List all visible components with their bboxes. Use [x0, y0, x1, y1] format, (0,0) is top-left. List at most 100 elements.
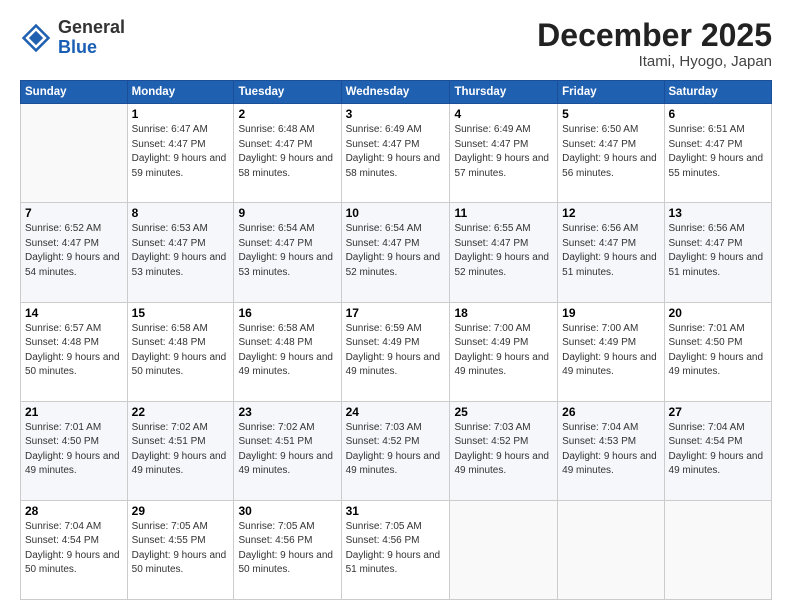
day-number: 9: [238, 206, 336, 220]
weekday-header-row: SundayMondayTuesdayWednesdayThursdayFrid…: [21, 81, 772, 104]
day-info: Sunrise: 7:00 AMSunset: 4:49 PMDaylight:…: [562, 322, 659, 380]
day-info: Sunrise: 6:47 AMSunset: 4:47 PMDaylight:…: [132, 123, 230, 181]
day-number: 3: [346, 107, 446, 121]
calendar-week-row: 1 Sunrise: 6:47 AMSunset: 4:47 PMDaylight…: [21, 104, 772, 203]
weekday-header-wednesday: Wednesday: [341, 81, 450, 104]
day-number: 4: [454, 107, 553, 121]
day-number: 7: [25, 206, 123, 220]
day-number: 29: [132, 504, 230, 518]
day-info: Sunrise: 6:59 AMSunset: 4:49 PMDaylight:…: [346, 322, 446, 380]
day-info: Sunrise: 6:49 AMSunset: 4:47 PMDaylight:…: [346, 123, 446, 181]
calendar-cell: [664, 500, 771, 599]
day-info: Sunrise: 6:57 AMSunset: 4:48 PMDaylight:…: [25, 322, 123, 380]
day-number: 19: [562, 306, 659, 320]
day-info: Sunrise: 7:05 AMSunset: 4:56 PMDaylight:…: [238, 520, 336, 578]
day-info: Sunrise: 7:04 AMSunset: 4:53 PMDaylight:…: [562, 421, 659, 479]
calendar-cell: 15 Sunrise: 6:58 AMSunset: 4:48 PMDayligh…: [127, 302, 234, 401]
day-number: 21: [25, 405, 123, 419]
calendar-cell: [558, 500, 664, 599]
calendar-cell: 23 Sunrise: 7:02 AMSunset: 4:51 PMDayligh…: [234, 401, 341, 500]
day-number: 27: [669, 405, 767, 419]
calendar-cell: 20Sunrise: 7:01 AMSunset: 4:50 PMDayligh…: [664, 302, 771, 401]
day-info: Sunrise: 7:05 AMSunset: 4:56 PMDaylight:…: [346, 520, 446, 578]
day-info: Sunrise: 6:54 AMSunset: 4:47 PMDaylight:…: [238, 222, 336, 280]
day-number: 22: [132, 405, 230, 419]
day-number: 24: [346, 405, 446, 419]
day-number: 18: [454, 306, 553, 320]
calendar-cell: 22 Sunrise: 7:02 AMSunset: 4:51 PMDayligh…: [127, 401, 234, 500]
day-info: Sunrise: 7:01 AMSunset: 4:50 PMDaylight:…: [669, 322, 767, 380]
logo: General Blue: [20, 18, 125, 58]
calendar-cell: 28 Sunrise: 7:04 AMSunset: 4:54 PMDayligh…: [21, 500, 128, 599]
day-info: Sunrise: 6:58 AMSunset: 4:48 PMDaylight:…: [238, 322, 336, 380]
logo-blue-text: Blue: [58, 37, 97, 57]
day-number: 13: [669, 206, 767, 220]
day-info: Sunrise: 6:54 AMSunset: 4:47 PMDaylight:…: [346, 222, 446, 280]
calendar-cell: 9 Sunrise: 6:54 AMSunset: 4:47 PMDaylight…: [234, 203, 341, 302]
day-info: Sunrise: 6:56 AMSunset: 4:47 PMDaylight:…: [669, 222, 767, 280]
day-number: 23: [238, 405, 336, 419]
calendar-cell: 3 Sunrise: 6:49 AMSunset: 4:47 PMDaylight…: [341, 104, 450, 203]
weekday-header-thursday: Thursday: [450, 81, 558, 104]
day-number: 12: [562, 206, 659, 220]
calendar-cell: 14 Sunrise: 6:57 AMSunset: 4:48 PMDayligh…: [21, 302, 128, 401]
day-info: Sunrise: 6:52 AMSunset: 4:47 PMDaylight:…: [25, 222, 123, 280]
day-info: Sunrise: 7:02 AMSunset: 4:51 PMDaylight:…: [132, 421, 230, 479]
day-info: Sunrise: 6:58 AMSunset: 4:48 PMDaylight:…: [132, 322, 230, 380]
location: Itami, Hyogo, Japan: [537, 53, 772, 70]
calendar-cell: 18 Sunrise: 7:00 AMSunset: 4:49 PMDayligh…: [450, 302, 558, 401]
day-info: Sunrise: 7:00 AMSunset: 4:49 PMDaylight:…: [454, 322, 553, 380]
day-number: 6: [669, 107, 767, 121]
day-info: Sunrise: 7:01 AMSunset: 4:50 PMDaylight:…: [25, 421, 123, 479]
day-number: 16: [238, 306, 336, 320]
day-number: 15: [132, 306, 230, 320]
calendar-cell: 27 Sunrise: 7:04 AMSunset: 4:54 PMDayligh…: [664, 401, 771, 500]
day-info: Sunrise: 7:05 AMSunset: 4:55 PMDaylight:…: [132, 520, 230, 578]
calendar-cell: 12Sunrise: 6:56 AMSunset: 4:47 PMDayligh…: [558, 203, 664, 302]
logo-text: General Blue: [58, 18, 125, 58]
day-info: Sunrise: 6:48 AMSunset: 4:47 PMDaylight:…: [238, 123, 336, 181]
title-block: December 2025 Itami, Hyogo, Japan: [537, 18, 772, 70]
calendar-cell: 24 Sunrise: 7:03 AMSunset: 4:52 PMDayligh…: [341, 401, 450, 500]
calendar-cell: [450, 500, 558, 599]
day-info: Sunrise: 7:02 AMSunset: 4:51 PMDaylight:…: [238, 421, 336, 479]
calendar-cell: 4Sunrise: 6:49 AMSunset: 4:47 PMDaylight…: [450, 104, 558, 203]
day-number: 28: [25, 504, 123, 518]
calendar-week-row: 21 Sunrise: 7:01 AMSunset: 4:50 PMDayligh…: [21, 401, 772, 500]
day-info: Sunrise: 6:51 AMSunset: 4:47 PMDaylight:…: [669, 123, 767, 181]
calendar-cell: 2 Sunrise: 6:48 AMSunset: 4:47 PMDaylight…: [234, 104, 341, 203]
day-info: Sunrise: 6:50 AMSunset: 4:47 PMDaylight:…: [562, 123, 659, 181]
day-info: Sunrise: 7:04 AMSunset: 4:54 PMDaylight:…: [669, 421, 767, 479]
day-info: Sunrise: 7:03 AMSunset: 4:52 PMDaylight:…: [346, 421, 446, 479]
weekday-header-monday: Monday: [127, 81, 234, 104]
day-info: Sunrise: 6:53 AMSunset: 4:47 PMDaylight:…: [132, 222, 230, 280]
calendar-cell: 13 Sunrise: 6:56 AMSunset: 4:47 PMDayligh…: [664, 203, 771, 302]
calendar-cell: 16 Sunrise: 6:58 AMSunset: 4:48 PMDayligh…: [234, 302, 341, 401]
calendar-cell: 26Sunrise: 7:04 AMSunset: 4:53 PMDayligh…: [558, 401, 664, 500]
weekday-header-sunday: Sunday: [21, 81, 128, 104]
day-number: 2: [238, 107, 336, 121]
calendar-cell: [21, 104, 128, 203]
day-number: 1: [132, 107, 230, 121]
calendar-cell: 25 Sunrise: 7:03 AMSunset: 4:52 PMDayligh…: [450, 401, 558, 500]
day-number: 14: [25, 306, 123, 320]
day-number: 31: [346, 504, 446, 518]
calendar-cell: 30Sunrise: 7:05 AMSunset: 4:56 PMDayligh…: [234, 500, 341, 599]
day-number: 25: [454, 405, 553, 419]
calendar-week-row: 7 Sunrise: 6:52 AMSunset: 4:47 PMDaylight…: [21, 203, 772, 302]
day-number: 10: [346, 206, 446, 220]
weekday-header-saturday: Saturday: [664, 81, 771, 104]
weekday-header-tuesday: Tuesday: [234, 81, 341, 104]
calendar-cell: 29 Sunrise: 7:05 AMSunset: 4:55 PMDayligh…: [127, 500, 234, 599]
day-number: 5: [562, 107, 659, 121]
calendar-cell: 11Sunrise: 6:55 AMSunset: 4:47 PMDayligh…: [450, 203, 558, 302]
day-info: Sunrise: 7:03 AMSunset: 4:52 PMDaylight:…: [454, 421, 553, 479]
weekday-header-friday: Friday: [558, 81, 664, 104]
logo-icon: [20, 22, 52, 54]
calendar-cell: 7 Sunrise: 6:52 AMSunset: 4:47 PMDaylight…: [21, 203, 128, 302]
calendar-table: SundayMondayTuesdayWednesdayThursdayFrid…: [20, 80, 772, 600]
day-info: Sunrise: 7:04 AMSunset: 4:54 PMDaylight:…: [25, 520, 123, 578]
header: General Blue December 2025 Itami, Hyogo,…: [20, 18, 772, 70]
calendar-cell: 6 Sunrise: 6:51 AMSunset: 4:47 PMDaylight…: [664, 104, 771, 203]
calendar-cell: 1 Sunrise: 6:47 AMSunset: 4:47 PMDaylight…: [127, 104, 234, 203]
